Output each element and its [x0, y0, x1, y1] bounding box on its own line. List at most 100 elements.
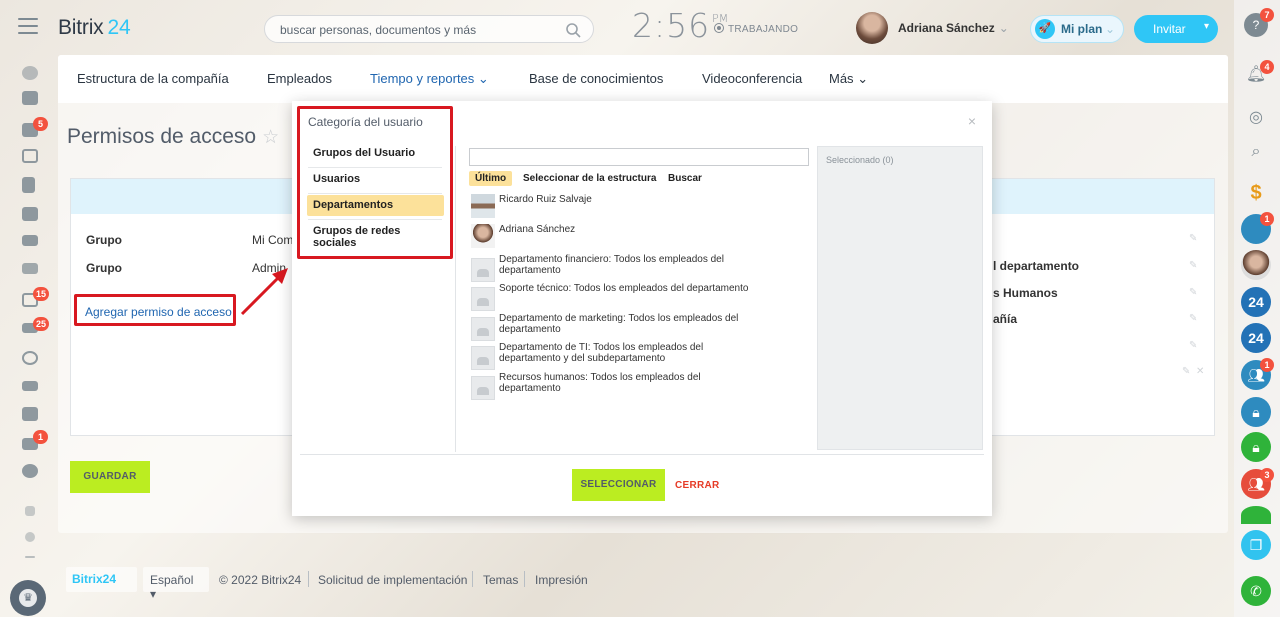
document-icon[interactable]: [22, 177, 35, 193]
pencil-icon[interactable]: ✎: [1182, 366, 1190, 377]
row-value: Mi Com: [252, 233, 294, 247]
nav-videoconference[interactable]: Videoconferencia: [702, 71, 802, 86]
divider: [472, 571, 473, 587]
list-item[interactable]: Recursos humanos: Todos los empleados de…: [471, 372, 771, 400]
drive-icon[interactable]: [22, 207, 38, 221]
footer-logo[interactable]: Bitrix24: [66, 567, 137, 592]
chevron-down-icon: ⌄: [998, 21, 1009, 35]
category-departments[interactable]: Departamentos: [307, 195, 444, 216]
plus-icon[interactable]: [25, 556, 35, 558]
department-icon: [471, 346, 495, 370]
crm-icon[interactable]: [1241, 506, 1271, 524]
category-users[interactable]: Usuarios: [307, 169, 444, 190]
pencil-icon[interactable]: ✎: [1189, 313, 1197, 324]
close-button[interactable]: CERRAR: [675, 480, 720, 491]
chevron-down-icon: ⌄: [857, 71, 869, 86]
close-icon[interactable]: ✕: [1196, 366, 1204, 377]
tab-recent[interactable]: Último: [469, 171, 513, 186]
logo[interactable]: Bitrix 24: [58, 16, 131, 40]
select-button[interactable]: SELECCIONAR: [572, 469, 665, 501]
list-item[interactable]: Departamento de TI: Todos los empleados …: [471, 342, 771, 370]
gear-icon[interactable]: [25, 532, 35, 542]
sitemap-icon[interactable]: [25, 506, 35, 516]
invite-button[interactable]: Invitar ▾: [1134, 15, 1218, 43]
apps-icon[interactable]: [22, 66, 38, 80]
pencil-icon[interactable]: ✎: [1189, 287, 1197, 298]
save-button[interactable]: GUARDAR: [70, 461, 150, 493]
add-permission-link[interactable]: Agregar permiso de acceso: [85, 305, 232, 319]
document-icon[interactable]: ❐: [1241, 530, 1271, 560]
crown-button[interactable]: ♛: [10, 580, 46, 616]
tasks-badge: 15: [33, 287, 50, 301]
category-user-groups[interactable]: Grupos del Usuario: [307, 143, 444, 164]
pencil-icon[interactable]: ✎: [1189, 340, 1197, 351]
bitrix24-icon[interactable]: 24: [1241, 287, 1271, 317]
crm-badge: 25: [33, 317, 50, 331]
nav-time-reports[interactable]: Tiempo y reportes ⌄: [370, 71, 489, 87]
mail-icon[interactable]: [22, 235, 38, 246]
nav-knowledge-base[interactable]: Base de conocimientos: [529, 71, 663, 86]
footer-link-print[interactable]: Impresión: [535, 573, 588, 587]
pencil-icon[interactable]: ✎: [1189, 260, 1197, 271]
menu-icon[interactable]: [18, 18, 38, 34]
crown-icon: ♛: [19, 589, 37, 607]
lock-icon[interactable]: 🔒︎: [1241, 397, 1271, 427]
category-social-groups[interactable]: Grupos de redes sociales: [307, 221, 444, 249]
user-menu[interactable]: Adriana Sánchez ⌄: [898, 21, 1009, 35]
phone-icon[interactable]: ✆: [1241, 576, 1271, 606]
divider: [308, 571, 309, 587]
my-plan-button[interactable]: 🚀 Mi plan ⌄: [1030, 15, 1124, 43]
bitrix24-icon[interactable]: 24: [1241, 323, 1271, 353]
nav-more[interactable]: Más ⌄: [829, 71, 868, 87]
groups-icon[interactable]: [22, 263, 38, 274]
copyright: © 2022 Bitrix24: [219, 573, 302, 587]
work-status[interactable]: TRABAJANDO: [714, 22, 798, 35]
divider: [308, 219, 442, 220]
language-select[interactable]: Español ▾: [143, 567, 209, 601]
search-icon[interactable]: [565, 22, 581, 38]
tab-structure[interactable]: Seleccionar de la estructura: [523, 173, 656, 184]
list-item[interactable]: Adriana Sánchez: [471, 224, 771, 250]
close-icon[interactable]: ×: [968, 113, 976, 129]
chevron-down-icon: ▾: [1203, 21, 1209, 32]
right-sidebar: ? 7 🔔︎ 4 ◎ ⌕ $ 1 24 24 👥︎ 1 🔒︎ 🔒︎ 👥︎ 3 ❐…: [1234, 0, 1280, 617]
category-title: Categoría del usuario: [308, 115, 423, 129]
target-icon[interactable]: [22, 351, 38, 365]
sales-icon[interactable]: $: [1241, 178, 1271, 208]
calendar-icon[interactable]: [22, 149, 38, 163]
feed-icon[interactable]: [22, 91, 38, 105]
list-item[interactable]: Departamento financiero: Todos los emple…: [471, 254, 771, 282]
robot-badge: 1: [33, 430, 48, 444]
avatar: [471, 194, 495, 218]
search-input[interactable]: buscar personas, documentos y más: [280, 23, 476, 37]
department-icon: [471, 317, 495, 341]
users-badge: 1: [1260, 358, 1274, 372]
list-item[interactable]: Departamento de marketing: Todos los emp…: [471, 313, 771, 341]
pencil-icon[interactable]: ✎: [1189, 233, 1197, 244]
avatar[interactable]: [1241, 250, 1271, 280]
list-item[interactable]: Soporte técnico: Todos los empleados del…: [471, 283, 771, 311]
department-icon: [471, 287, 495, 311]
nav-company-structure[interactable]: Estructura de la compañía: [77, 71, 229, 86]
calendar-badge: 1: [1260, 212, 1274, 226]
row-label: Grupo: [86, 261, 122, 275]
chevron-down-icon[interactable]: [22, 464, 38, 478]
footer-link-implementation[interactable]: Solicitud de implementación: [318, 573, 467, 587]
tab-search[interactable]: Buscar: [668, 173, 702, 184]
chat-icon[interactable]: ◎: [1241, 103, 1271, 133]
footer-link-themes[interactable]: Temas: [483, 573, 518, 587]
avatar[interactable]: [856, 12, 888, 44]
search-bar[interactable]: buscar personas, documentos y más: [264, 15, 594, 43]
contact-card-icon[interactable]: [22, 407, 38, 421]
divider: [308, 193, 442, 194]
avatar: [471, 224, 495, 248]
lock-icon[interactable]: 🔒︎: [1241, 432, 1271, 462]
cart-icon[interactable]: [22, 381, 38, 391]
divider: [308, 167, 442, 168]
search-input[interactable]: [469, 148, 809, 166]
star-icon[interactable]: ☆: [262, 127, 279, 148]
nav-employees[interactable]: Empleados: [267, 71, 332, 86]
search-icon[interactable]: ⌕: [1241, 137, 1271, 167]
chevron-down-icon: ⌄: [477, 71, 489, 86]
list-item[interactable]: Ricardo Ruiz Salvaje: [471, 194, 771, 220]
